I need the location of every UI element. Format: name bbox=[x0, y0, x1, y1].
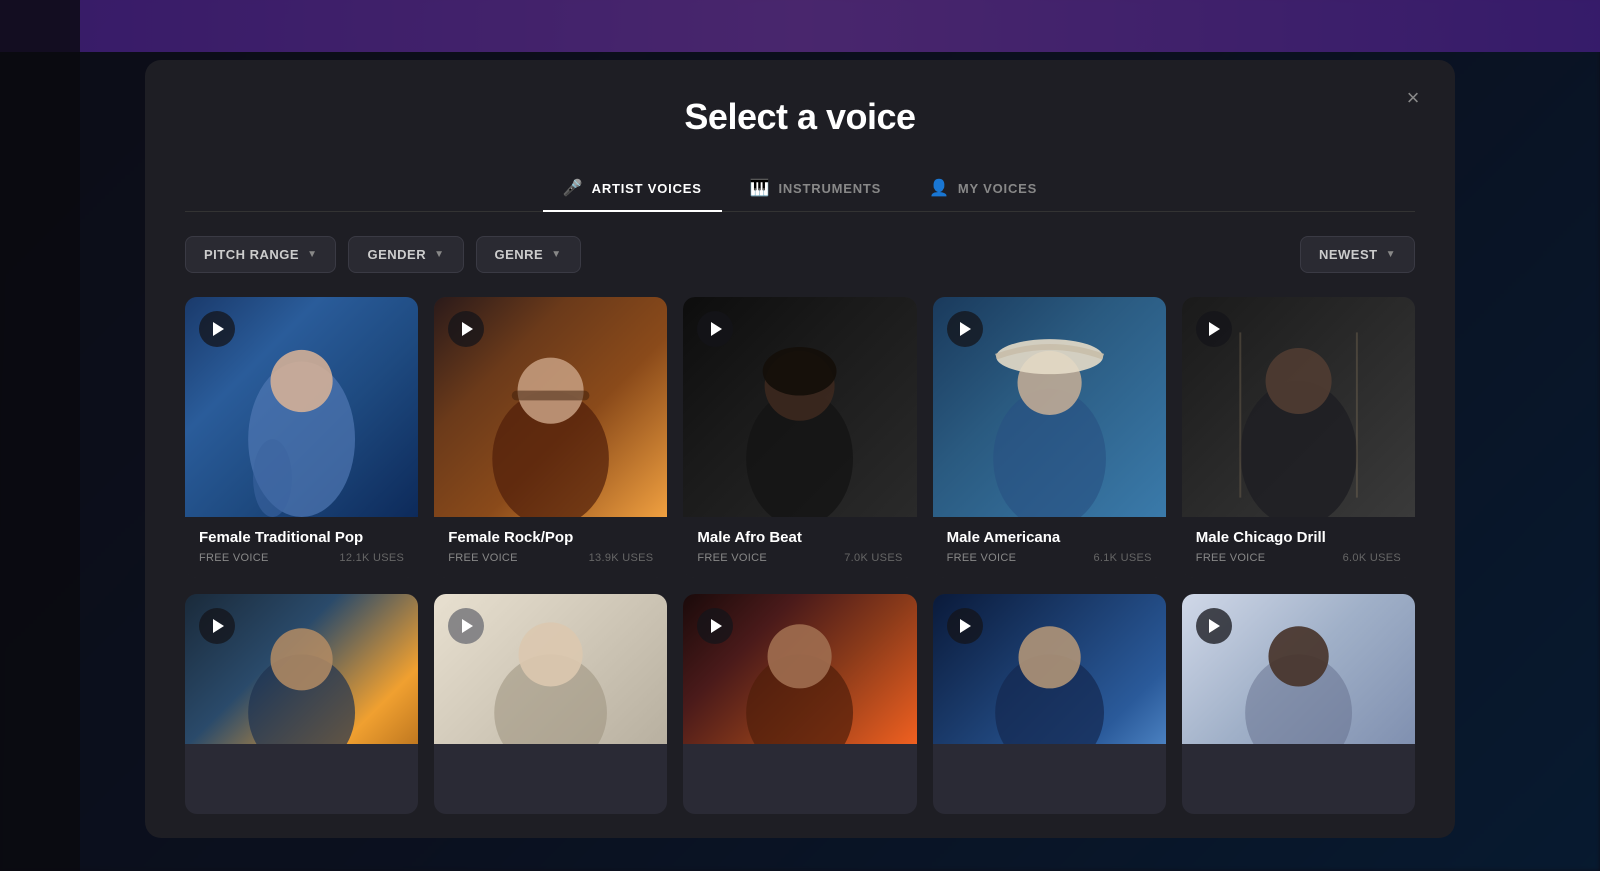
modal: Select a voice × 🎤 ARTIST VOICES 🎹 INSTR… bbox=[145, 60, 1455, 838]
chevron-down-icon: ▼ bbox=[1386, 249, 1396, 260]
uses-count: 13.9K USES bbox=[589, 552, 654, 564]
tab-artist-voices-label: ARTIST VOICES bbox=[592, 181, 702, 196]
play-icon bbox=[711, 322, 722, 336]
play-button[interactable] bbox=[947, 608, 983, 644]
pitch-range-filter[interactable]: PITCH RANGE ▼ bbox=[185, 236, 336, 273]
voice-card-row2-5[interactable] bbox=[1182, 594, 1415, 814]
free-badge: FREE VOICE bbox=[199, 552, 269, 564]
voice-card-male-americana[interactable]: Male Americana FREE VOICE 6.1K USES bbox=[933, 297, 1166, 578]
modal-header: Select a voice × 🎤 ARTIST VOICES 🎹 INSTR… bbox=[145, 60, 1455, 212]
voice-name: Male Chicago Drill bbox=[1196, 529, 1401, 546]
card-image bbox=[434, 594, 667, 814]
uses-count: 7.0K USES bbox=[844, 552, 902, 564]
voice-grid: Female Traditional Pop FREE VOICE 12.1K … bbox=[145, 297, 1455, 838]
play-icon bbox=[711, 619, 722, 633]
voice-name: Female Traditional Pop bbox=[199, 529, 404, 546]
microphone-icon: 🎤 bbox=[563, 178, 584, 198]
gender-filter[interactable]: GENDER ▼ bbox=[348, 236, 463, 273]
card-meta: FREE VOICE 12.1K USES bbox=[199, 552, 404, 564]
tab-my-voices-label: MY VOICES bbox=[958, 181, 1037, 196]
play-button[interactable] bbox=[1196, 311, 1232, 347]
card-image bbox=[1182, 594, 1415, 814]
free-badge: FREE VOICE bbox=[947, 552, 1017, 564]
piano-icon: 🎹 bbox=[750, 178, 771, 198]
genre-filter[interactable]: GENRE ▼ bbox=[476, 236, 581, 273]
voice-card-row2-1[interactable] bbox=[185, 594, 418, 814]
chevron-down-icon: ▼ bbox=[551, 249, 561, 260]
uses-count: 6.0K USES bbox=[1343, 552, 1401, 564]
close-button[interactable]: × bbox=[1395, 80, 1431, 116]
voice-card-female-rock-pop[interactable]: Female Rock/Pop FREE VOICE 13.9K USES bbox=[434, 297, 667, 578]
sort-label: NEWEST bbox=[1319, 247, 1378, 262]
uses-count: 12.1K USES bbox=[339, 552, 404, 564]
voice-card-male-chicago-drill[interactable]: Male Chicago Drill FREE VOICE 6.0K USES bbox=[1182, 297, 1415, 578]
voice-name: Male Afro Beat bbox=[697, 529, 902, 546]
filter-left: PITCH RANGE ▼ GENDER ▼ GENRE ▼ bbox=[185, 236, 581, 273]
free-badge: FREE VOICE bbox=[697, 552, 767, 564]
tabs-container: 🎤 ARTIST VOICES 🎹 INSTRUMENTS 👤 MY VOICE… bbox=[185, 166, 1415, 212]
card-info: Male Chicago Drill FREE VOICE 6.0K USES bbox=[1182, 517, 1415, 578]
voice-card-male-afro-beat[interactable]: Male Afro Beat FREE VOICE 7.0K USES bbox=[683, 297, 916, 578]
pitch-range-label: PITCH RANGE bbox=[204, 247, 299, 262]
card-info: Female Traditional Pop FREE VOICE 12.1K … bbox=[185, 517, 418, 578]
play-icon bbox=[960, 322, 971, 336]
card-info: Male Afro Beat FREE VOICE 7.0K USES bbox=[683, 517, 916, 578]
card-image bbox=[1182, 297, 1415, 517]
genre-label: GENRE bbox=[495, 247, 544, 262]
chevron-down-icon: ▼ bbox=[307, 249, 317, 260]
voice-name: Female Rock/Pop bbox=[448, 529, 653, 546]
play-icon bbox=[1209, 619, 1220, 633]
card-meta: FREE VOICE 6.0K USES bbox=[1196, 552, 1401, 564]
card-image bbox=[185, 297, 418, 517]
play-button[interactable] bbox=[1196, 608, 1232, 644]
uses-count: 6.1K USES bbox=[1093, 552, 1151, 564]
modal-title: Select a voice bbox=[185, 96, 1415, 138]
tab-my-voices[interactable]: 👤 MY VOICES bbox=[909, 166, 1057, 212]
gender-label: GENDER bbox=[367, 247, 426, 262]
voice-name: Male Americana bbox=[947, 529, 1152, 546]
play-icon bbox=[462, 619, 473, 633]
play-icon bbox=[1209, 322, 1220, 336]
tab-artist-voices[interactable]: 🎤 ARTIST VOICES bbox=[543, 166, 722, 212]
user-icon: 👤 bbox=[929, 178, 950, 198]
voice-card-row2-4[interactable] bbox=[933, 594, 1166, 814]
card-meta: FREE VOICE 13.9K USES bbox=[448, 552, 653, 564]
card-info: Male Americana FREE VOICE 6.1K USES bbox=[933, 517, 1166, 578]
free-badge: FREE VOICE bbox=[448, 552, 518, 564]
voice-card-row2-3[interactable] bbox=[683, 594, 916, 814]
free-badge: FREE VOICE bbox=[1196, 552, 1266, 564]
play-button[interactable] bbox=[448, 311, 484, 347]
play-button[interactable] bbox=[448, 608, 484, 644]
card-meta: FREE VOICE 7.0K USES bbox=[697, 552, 902, 564]
play-icon bbox=[960, 619, 971, 633]
card-image bbox=[434, 297, 667, 517]
voice-card-female-trad-pop[interactable]: Female Traditional Pop FREE VOICE 12.1K … bbox=[185, 297, 418, 578]
voice-card-row2-2[interactable] bbox=[434, 594, 667, 814]
modal-overlay: Select a voice × 🎤 ARTIST VOICES 🎹 INSTR… bbox=[0, 0, 1600, 871]
play-button[interactable] bbox=[199, 311, 235, 347]
card-image bbox=[683, 594, 916, 814]
card-image bbox=[933, 297, 1166, 517]
filter-bar: PITCH RANGE ▼ GENDER ▼ GENRE ▼ NEWEST ▼ bbox=[145, 212, 1455, 297]
play-button[interactable] bbox=[947, 311, 983, 347]
chevron-down-icon: ▼ bbox=[434, 249, 444, 260]
card-image bbox=[185, 594, 418, 814]
tab-instruments[interactable]: 🎹 INSTRUMENTS bbox=[730, 166, 901, 212]
sort-button[interactable]: NEWEST ▼ bbox=[1300, 236, 1415, 273]
card-info: Female Rock/Pop FREE VOICE 13.9K USES bbox=[434, 517, 667, 578]
card-meta: FREE VOICE 6.1K USES bbox=[947, 552, 1152, 564]
card-image bbox=[683, 297, 916, 517]
card-image bbox=[933, 594, 1166, 814]
play-icon bbox=[213, 322, 224, 336]
play-button[interactable] bbox=[199, 608, 235, 644]
tab-instruments-label: INSTRUMENTS bbox=[778, 181, 881, 196]
play-icon bbox=[213, 619, 224, 633]
play-icon bbox=[462, 322, 473, 336]
